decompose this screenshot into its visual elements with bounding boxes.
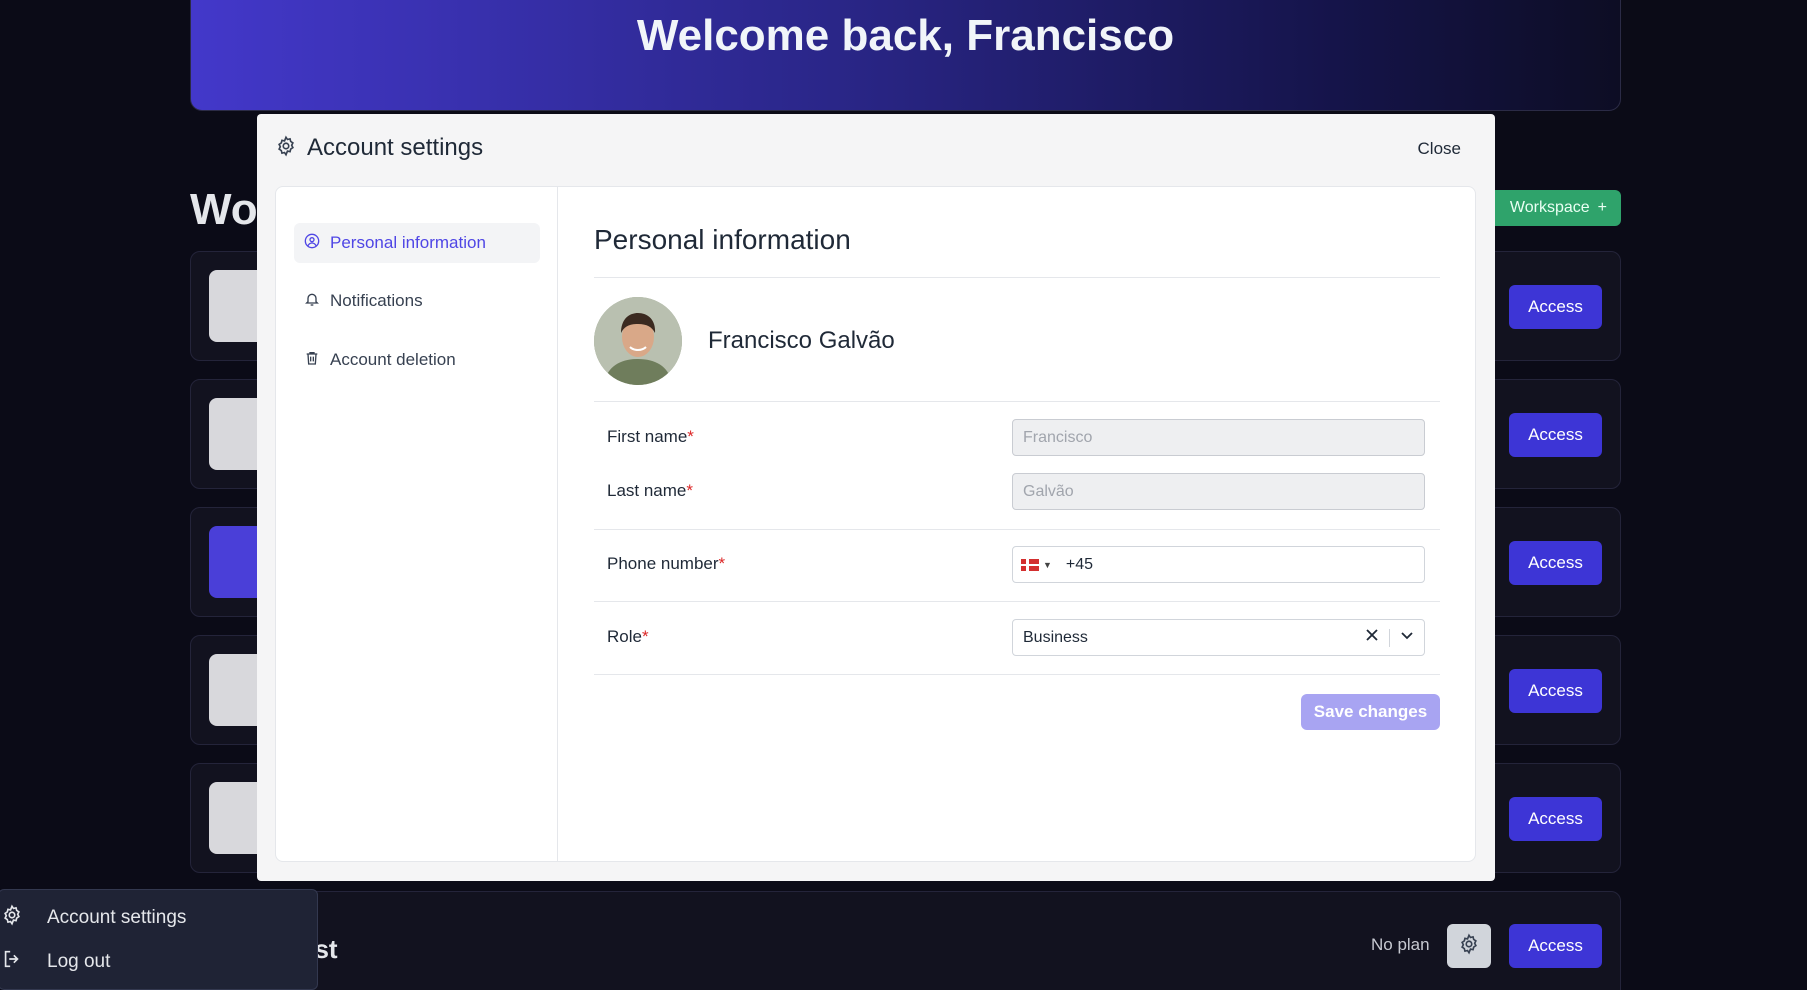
nav-item-label: Account deletion [330,350,456,369]
menu-item-label: Account settings [47,907,187,928]
access-button[interactable]: Access [1509,924,1602,968]
caret-down-icon[interactable]: ▼ [1043,560,1052,570]
gear-icon [275,135,297,162]
role-label: Role* [607,627,649,646]
divider [594,529,1440,530]
user-circle-icon [304,233,320,254]
first-name-field[interactable]: Francisco [1012,419,1425,456]
clear-icon[interactable] [1365,628,1379,647]
menu-item-account-settings[interactable]: Account settings [0,904,186,932]
trash-icon [304,350,320,371]
divider [594,601,1440,602]
plus-icon: + [1597,199,1607,216]
modal-header: Account settings [275,134,483,162]
user-full-name: Francisco Galvão [708,327,895,354]
access-button[interactable]: Access [1509,541,1602,585]
modal-title: Account settings [307,134,484,161]
gear-icon [1,904,23,932]
divider [594,277,1440,278]
select-separator [1389,628,1390,647]
nav-item-personal-information[interactable]: Personal information [294,223,540,263]
first-name-label: First name* [607,427,694,446]
new-workspace-label: Workspace [1509,199,1590,216]
logout-icon [1,948,23,976]
access-button[interactable]: Access [1509,285,1602,329]
access-button[interactable]: Access [1509,413,1602,457]
phone-prefix: +45 [1065,555,1094,573]
new-workspace-button[interactable]: Workspace + [1480,190,1621,226]
gear-icon [1458,933,1480,960]
close-button[interactable]: Close [1418,139,1461,159]
nav-item-notifications[interactable]: Notifications [294,281,540,321]
save-changes-button[interactable]: Save changes [1301,694,1440,730]
role-select[interactable]: Business [1012,619,1425,656]
phone-number-label: Phone number* [607,554,726,573]
access-button[interactable]: Access [1509,797,1602,841]
settings-sidebar: Personal information Notifications Accou… [276,187,558,861]
account-settings-modal: Account settings Close Personal informat… [257,114,1495,881]
last-name-label: Last name* [607,481,694,500]
nav-item-label: Personal information [330,233,486,252]
account-menu: Account settings Log out [0,889,318,990]
divider [594,674,1440,675]
menu-item-label: Log out [47,951,111,972]
chevron-down-icon[interactable] [1400,628,1414,647]
denmark-flag-icon[interactable] [1021,558,1039,571]
welcome-title: Welcome back, Francisco [636,11,1175,60]
personal-information-panel: Personal information Francisco Galvão Fi… [594,187,1440,861]
role-value: Business [1023,628,1088,646]
workspace-settings-button[interactable] [1447,924,1491,968]
access-button[interactable]: Access [1509,669,1602,713]
menu-item-log-out[interactable]: Log out [0,948,110,976]
plan-label: No plan [1371,935,1430,954]
section-title: Personal information [594,224,851,255]
welcome-banner: Welcome back, Francisco [190,0,1621,111]
bell-icon [304,291,320,312]
nav-item-label: Notifications [330,291,423,310]
last-name-field[interactable]: Galvão [1012,473,1425,510]
nav-item-account-deletion[interactable]: Account deletion [294,340,540,380]
avatar [594,297,682,385]
workspaces-heading: Wo [190,185,258,234]
modal-body: Personal information Notifications Accou… [275,186,1476,862]
phone-number-field[interactable]: ▼ +45 [1012,546,1425,583]
divider [594,401,1440,402]
